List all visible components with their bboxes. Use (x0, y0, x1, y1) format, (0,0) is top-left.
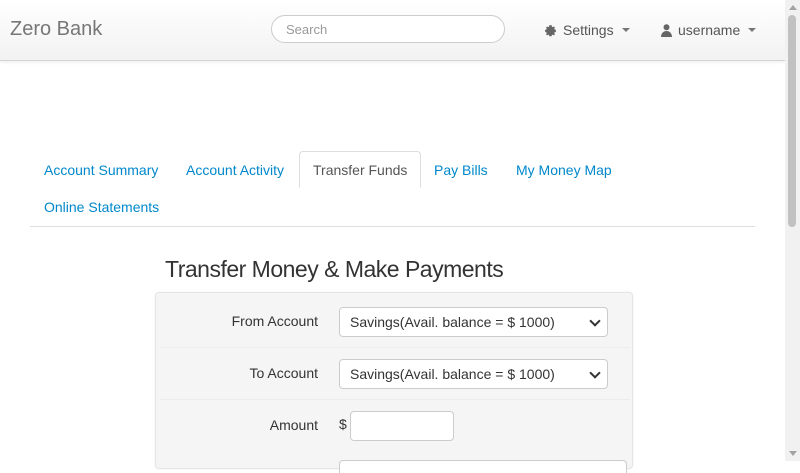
search-input[interactable] (271, 15, 505, 43)
amount-row: Amount $ (160, 399, 630, 451)
from-account-row: From Account Savings(Avail. balance = $ … (160, 295, 630, 348)
chevron-down-icon (589, 367, 601, 379)
account-tabs: Account Summary Account Activity Transfe… (30, 150, 755, 227)
to-account-value: Savings(Avail. balance = $ 1000) (350, 366, 555, 382)
from-account-value: Savings(Avail. balance = $ 1000) (350, 314, 555, 330)
scrollbar-thumb[interactable] (788, 15, 796, 227)
caret-down-icon (748, 28, 757, 32)
caret-down-icon (621, 28, 630, 32)
tab-account-summary[interactable]: Account Summary (31, 152, 171, 189)
tab-my-money-map[interactable]: My Money Map (503, 152, 625, 189)
user-dropdown[interactable]: username (661, 22, 757, 38)
to-account-select[interactable]: Savings(Avail. balance = $ 1000) (339, 359, 608, 389)
settings-dropdown[interactable]: Settings (544, 22, 630, 38)
description-field[interactable] (339, 460, 627, 473)
scroll-up-arrow-icon[interactable] (789, 5, 797, 10)
tab-transfer-funds[interactable]: Transfer Funds (299, 151, 422, 188)
to-account-row: To Account Savings(Avail. balance = $ 10… (160, 347, 630, 400)
brand-logo[interactable]: Zero Bank (10, 18, 102, 41)
username-label: username (678, 22, 741, 38)
top-navbar: Zero Bank Settings username (0, 0, 785, 61)
from-account-label: From Account (231, 313, 318, 329)
scroll-down-arrow-icon[interactable] (789, 451, 797, 456)
user-icon (661, 23, 672, 37)
currency-symbol: $ (339, 416, 347, 432)
tab-online-statements[interactable]: Online Statements (31, 189, 172, 226)
chevron-down-icon (589, 315, 601, 327)
tab-account-activity[interactable]: Account Activity (173, 152, 297, 189)
settings-label: Settings (563, 22, 614, 38)
to-account-label: To Account (249, 365, 319, 381)
gear-icon (545, 24, 556, 36)
amount-input[interactable] (350, 411, 454, 441)
tab-pay-bills[interactable]: Pay Bills (421, 152, 501, 189)
page-title: Transfer Money & Make Payments (165, 256, 504, 282)
amount-label: Amount (269, 417, 318, 433)
vertical-scrollbar[interactable] (785, 0, 800, 461)
from-account-select[interactable]: Savings(Avail. balance = $ 1000) (339, 307, 608, 337)
transfer-form: From Account Savings(Avail. balance = $ … (155, 292, 633, 473)
